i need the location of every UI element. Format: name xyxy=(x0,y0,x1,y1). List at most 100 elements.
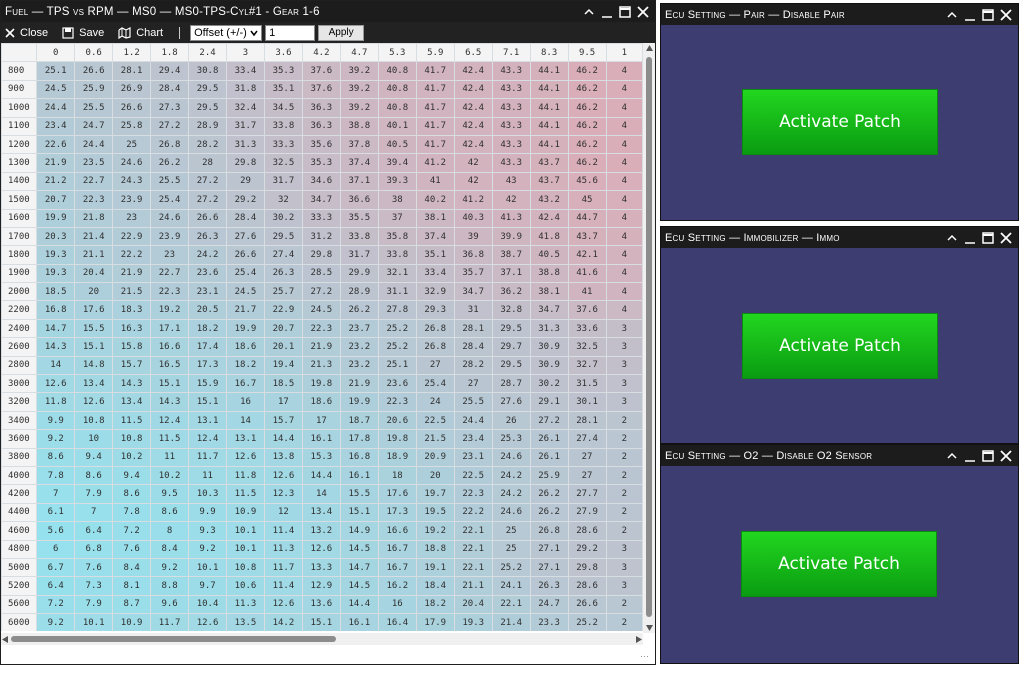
activate-patch-button[interactable]: Activate Patch xyxy=(741,531,937,597)
table-cell[interactable]: 17.1 xyxy=(150,318,190,339)
table-cell[interactable]: 32.5 xyxy=(567,337,607,357)
table-cell[interactable]: 16.3 xyxy=(112,318,152,339)
table-cell[interactable]: 18.2 xyxy=(188,318,228,339)
table-cell[interactable]: 21.7 xyxy=(226,300,265,320)
column-header[interactable]: 3 xyxy=(226,43,265,63)
table-cell[interactable]: 20.5 xyxy=(188,300,228,320)
table-cell[interactable]: 29.2 xyxy=(567,539,607,559)
table-cell[interactable]: 26 xyxy=(491,410,531,431)
table-cell[interactable]: 19.4 xyxy=(263,355,303,376)
table-cell[interactable]: 14.4 xyxy=(263,429,303,449)
table-cell[interactable]: 9.4 xyxy=(74,447,114,467)
table-cell[interactable]: 44.1 xyxy=(529,98,569,118)
table-cell[interactable]: 25.9 xyxy=(529,465,569,486)
table-cell[interactable]: 15.1 xyxy=(339,502,379,523)
table-cell[interactable]: 44.7 xyxy=(567,208,607,228)
table-cell[interactable]: 27.4 xyxy=(567,429,607,449)
table-cell[interactable]: 26.6 xyxy=(112,98,152,118)
table-cell[interactable]: 13.8 xyxy=(263,447,303,467)
table-cell[interactable]: 27 xyxy=(453,374,493,394)
table-cell[interactable]: 25.1 xyxy=(36,61,76,81)
activate-patch-button[interactable]: Activate Patch xyxy=(742,313,938,379)
minimize-icon[interactable] xyxy=(964,449,976,463)
table-cell[interactable]: 10.1 xyxy=(226,539,265,559)
table-cell[interactable]: 42.4 xyxy=(453,79,493,100)
table-cell[interactable]: 27.2 xyxy=(188,190,228,210)
table-cell[interactable]: 13.1 xyxy=(226,429,265,449)
table-cell[interactable]: 39 xyxy=(453,226,493,247)
table-cell[interactable]: 7 xyxy=(36,484,76,504)
table-cell[interactable]: 7.8 xyxy=(112,502,152,523)
row-header-rpm[interactable]: 1900 xyxy=(1,263,38,284)
maximize-icon[interactable] xyxy=(982,449,994,463)
table-cell[interactable]: 31.2 xyxy=(301,226,341,247)
table-cell[interactable]: 22.1 xyxy=(453,557,493,578)
table-cell[interactable]: 27.1 xyxy=(529,539,569,559)
table-cell[interactable]: 16.7 xyxy=(377,539,417,559)
table-cell[interactable]: 25.5 xyxy=(453,392,493,412)
scroll-left-arrow-icon[interactable] xyxy=(2,636,8,643)
table-cell[interactable]: 8.6 xyxy=(36,447,76,467)
column-header[interactable]: 3.6 xyxy=(263,43,303,63)
table-cell[interactable]: 24.5 xyxy=(36,79,76,100)
table-cell[interactable]: 2 xyxy=(605,484,643,504)
table-cell[interactable]: 16 xyxy=(226,392,265,412)
table-cell[interactable]: 12 xyxy=(263,502,303,523)
table-cell[interactable]: 28.2 xyxy=(188,134,228,155)
table-cell[interactable]: 20.7 xyxy=(36,190,76,210)
table-cell[interactable]: 14.2 xyxy=(263,613,303,631)
table-cell[interactable]: 19.3 xyxy=(36,245,76,265)
table-cell[interactable]: 25.4 xyxy=(226,263,265,284)
table-cell[interactable]: 16.1 xyxy=(339,465,379,486)
table-cell[interactable]: 12.9 xyxy=(301,576,341,596)
table-cell[interactable]: 22.5 xyxy=(453,465,493,486)
table-cell[interactable]: 3 xyxy=(605,576,643,596)
table-cell[interactable]: 44.1 xyxy=(529,61,569,81)
table-cell[interactable]: 34.6 xyxy=(301,171,341,192)
activate-patch-button[interactable]: Activate Patch xyxy=(742,89,938,155)
table-cell[interactable]: 30.2 xyxy=(263,208,303,228)
table-cell[interactable]: 20.1 xyxy=(263,337,303,357)
table-cell[interactable]: 26.6 xyxy=(74,61,114,81)
table-cell[interactable]: 22.3 xyxy=(301,318,341,339)
table-cell[interactable]: 12.4 xyxy=(188,429,228,449)
table-cell[interactable]: 27.1 xyxy=(529,557,569,578)
table-cell[interactable]: 23.2 xyxy=(339,337,379,357)
table-cell[interactable]: 7.2 xyxy=(36,594,76,615)
table-cell[interactable]: 9.5 xyxy=(150,484,190,504)
table-cell[interactable]: 17.8 xyxy=(339,429,379,449)
table-cell[interactable]: 37.6 xyxy=(301,61,341,81)
table-cell[interactable]: 34.7 xyxy=(301,190,341,210)
table-cell[interactable]: 34.7 xyxy=(453,282,493,302)
table-cell[interactable]: 41.8 xyxy=(529,226,569,247)
row-header-rpm[interactable]: 2600 xyxy=(1,337,38,357)
table-cell[interactable]: 18.5 xyxy=(36,282,76,302)
table-cell[interactable]: 35.7 xyxy=(453,263,493,284)
table-cell[interactable]: 23.9 xyxy=(112,190,152,210)
table-cell[interactable]: 2 xyxy=(605,447,643,467)
table-cell[interactable]: 4 xyxy=(605,153,643,173)
table-cell[interactable]: 13.6 xyxy=(301,594,341,615)
table-cell[interactable]: 22.9 xyxy=(112,226,152,247)
table-cell[interactable]: 22.1 xyxy=(453,539,493,559)
scroll-right-arrow-icon[interactable] xyxy=(636,636,642,643)
table-cell[interactable]: 7.8 xyxy=(36,465,76,486)
table-cell[interactable]: 18.6 xyxy=(301,392,341,412)
table-cell[interactable]: 16.8 xyxy=(339,447,379,467)
table-cell[interactable]: 25 xyxy=(491,521,531,541)
column-header[interactable]: 0.6 xyxy=(74,43,114,63)
table-cell[interactable]: 19.9 xyxy=(339,392,379,412)
table-cell[interactable]: 19.3 xyxy=(453,613,493,631)
table-cell[interactable]: 23.1 xyxy=(453,447,493,467)
table-cell[interactable]: 36.3 xyxy=(301,98,341,118)
table-cell[interactable]: 25.2 xyxy=(567,613,607,631)
table-cell[interactable]: 23.3 xyxy=(529,613,569,631)
table-cell[interactable]: 22.3 xyxy=(150,282,190,302)
fuel-window-titlebar[interactable]: Fuel — TPS vs RPM — MS0 — MS0-TPS-Cyl#1 … xyxy=(1,1,655,22)
table-cell[interactable]: 39.3 xyxy=(377,171,417,192)
table-cell[interactable]: 14.3 xyxy=(112,374,152,394)
row-header-rpm[interactable]: 1700 xyxy=(1,226,38,247)
table-cell[interactable]: 4 xyxy=(605,300,643,320)
table-cell[interactable]: 3 xyxy=(605,392,643,412)
table-cell[interactable]: 6 xyxy=(36,539,76,559)
